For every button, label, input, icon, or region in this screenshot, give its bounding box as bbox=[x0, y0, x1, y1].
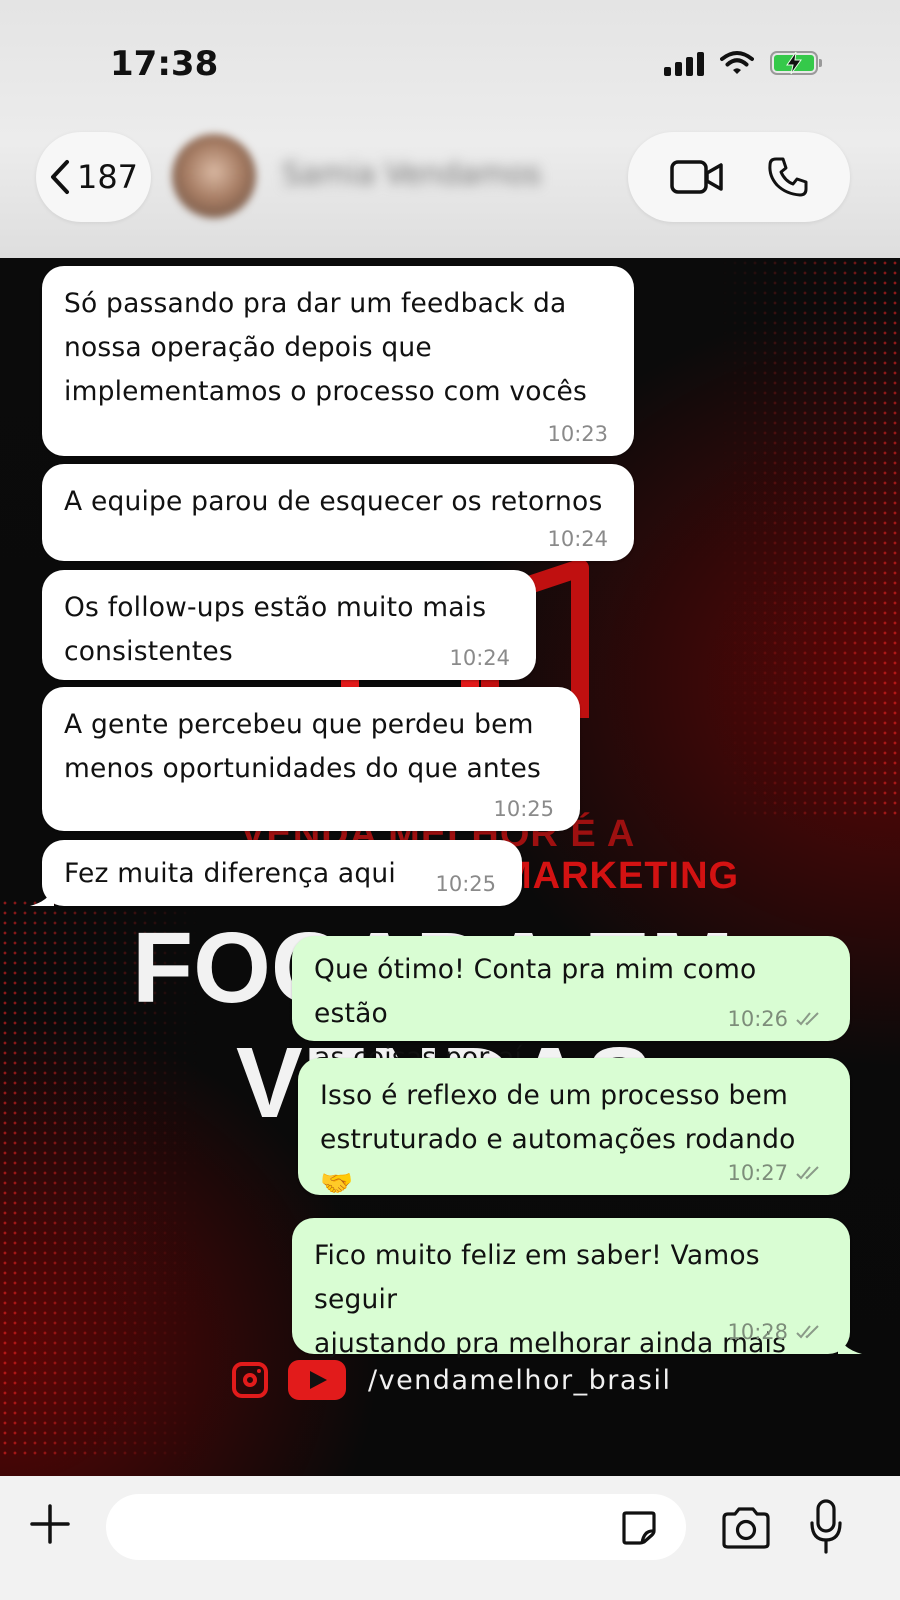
contact-avatar[interactable] bbox=[172, 134, 256, 218]
unread-count: 187 bbox=[76, 158, 139, 196]
message-bubble-incoming[interactable]: Fez muita diferença aqui 10:25 bbox=[30, 840, 522, 906]
message-text: Fico muito feliz em saber! Vamos seguir … bbox=[314, 1240, 787, 1359]
message-bubble-outgoing[interactable]: Fico muito feliz em saber! Vamos seguir … bbox=[292, 1218, 862, 1359]
chevron-left-icon bbox=[50, 160, 69, 194]
message-time: 10:27 bbox=[727, 1161, 788, 1185]
message-bubble-incoming[interactable]: A gente percebeu que perdeu bem menos op… bbox=[42, 687, 580, 831]
battery-charging-icon bbox=[770, 51, 822, 75]
message-bubble-incoming[interactable]: Os follow-ups estão muito mais consisten… bbox=[42, 570, 536, 680]
sticker-icon[interactable] bbox=[620, 1509, 658, 1547]
double-check-read-icon bbox=[796, 1166, 819, 1180]
social-handle: /vendamelhor_brasil bbox=[368, 1364, 672, 1396]
double-check-read-icon bbox=[796, 1012, 819, 1026]
message-bubble-outgoing[interactable]: Isso é reflexo de um processo bem estrut… bbox=[298, 1058, 850, 1199]
chat-header: 17:38 187 Samia Vendamos bbox=[0, 0, 900, 258]
message-bubble-outgoing[interactable]: Que ótimo! Conta pra mim como estão as c… bbox=[292, 936, 850, 1073]
status-icons bbox=[664, 50, 822, 76]
microphone-icon[interactable] bbox=[808, 1498, 844, 1556]
wallpaper-dot-pattern bbox=[720, 258, 900, 818]
status-time: 17:38 bbox=[110, 44, 219, 84]
message-text: Isso é reflexo de um processo bem estrut… bbox=[320, 1080, 796, 1199]
message-input[interactable] bbox=[106, 1494, 686, 1560]
call-actions bbox=[628, 132, 850, 222]
message-time: 10:25 bbox=[435, 872, 496, 896]
message-time: 10:24 bbox=[449, 646, 510, 670]
video-call-icon[interactable] bbox=[669, 159, 725, 195]
message-text: Os follow-ups estão muito mais consisten… bbox=[64, 592, 487, 667]
message-bubble-incoming[interactable]: Só passando pra dar um feedback da nossa… bbox=[42, 266, 634, 456]
message-text: Só passando pra dar um feedback da nossa… bbox=[64, 288, 587, 407]
voice-call-icon[interactable] bbox=[766, 155, 810, 199]
plus-icon[interactable] bbox=[26, 1500, 74, 1548]
message-bubble-incoming[interactable]: A equipe parou de esquecer os retornos 1… bbox=[42, 464, 634, 561]
cellular-signal-icon bbox=[664, 50, 704, 76]
instagram-icon bbox=[232, 1362, 268, 1398]
wifi-icon bbox=[720, 51, 754, 74]
camera-icon[interactable] bbox=[720, 1506, 772, 1550]
youtube-icon bbox=[288, 1360, 346, 1400]
message-time: 10:28 bbox=[727, 1320, 788, 1344]
contact-name[interactable]: Samia Vendamos bbox=[282, 157, 541, 192]
message-text: A gente percebeu que perdeu bem menos op… bbox=[64, 709, 541, 784]
social-links: /vendamelhor_brasil bbox=[232, 1360, 671, 1400]
message-time: 10:23 bbox=[547, 422, 608, 446]
message-time: 10:25 bbox=[493, 797, 554, 821]
bubble-tail bbox=[838, 1332, 862, 1354]
double-check-read-icon bbox=[796, 1325, 819, 1339]
message-time: 10:24 bbox=[547, 527, 608, 551]
message-composer bbox=[0, 1476, 900, 1600]
bubble-tail bbox=[30, 884, 54, 906]
back-button[interactable]: 187 bbox=[36, 132, 151, 222]
message-time: 10:26 bbox=[727, 1007, 788, 1031]
message-text: A equipe parou de esquecer os retornos bbox=[64, 486, 603, 517]
wallpaper-tagline: MARKETING bbox=[500, 855, 740, 897]
